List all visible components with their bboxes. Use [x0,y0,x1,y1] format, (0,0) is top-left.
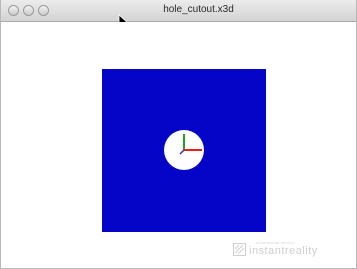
logo-wordmark: instantreality [249,245,318,257]
instantreality-logo: dimensional service instantreality [233,240,343,260]
app-window: hole_cutout.x3d dimensional service inst… [0,0,357,269]
blue-plane[interactable] [102,69,266,232]
x3d-viewport[interactable]: dimensional service instantreality [1,22,356,268]
window-title: hole_cutout.x3d [163,4,234,15]
axes-gizmo-icon [179,134,202,155]
title-bar[interactable]: hole_cutout.x3d [1,0,356,22]
instantreality-logo-icon [233,243,246,256]
